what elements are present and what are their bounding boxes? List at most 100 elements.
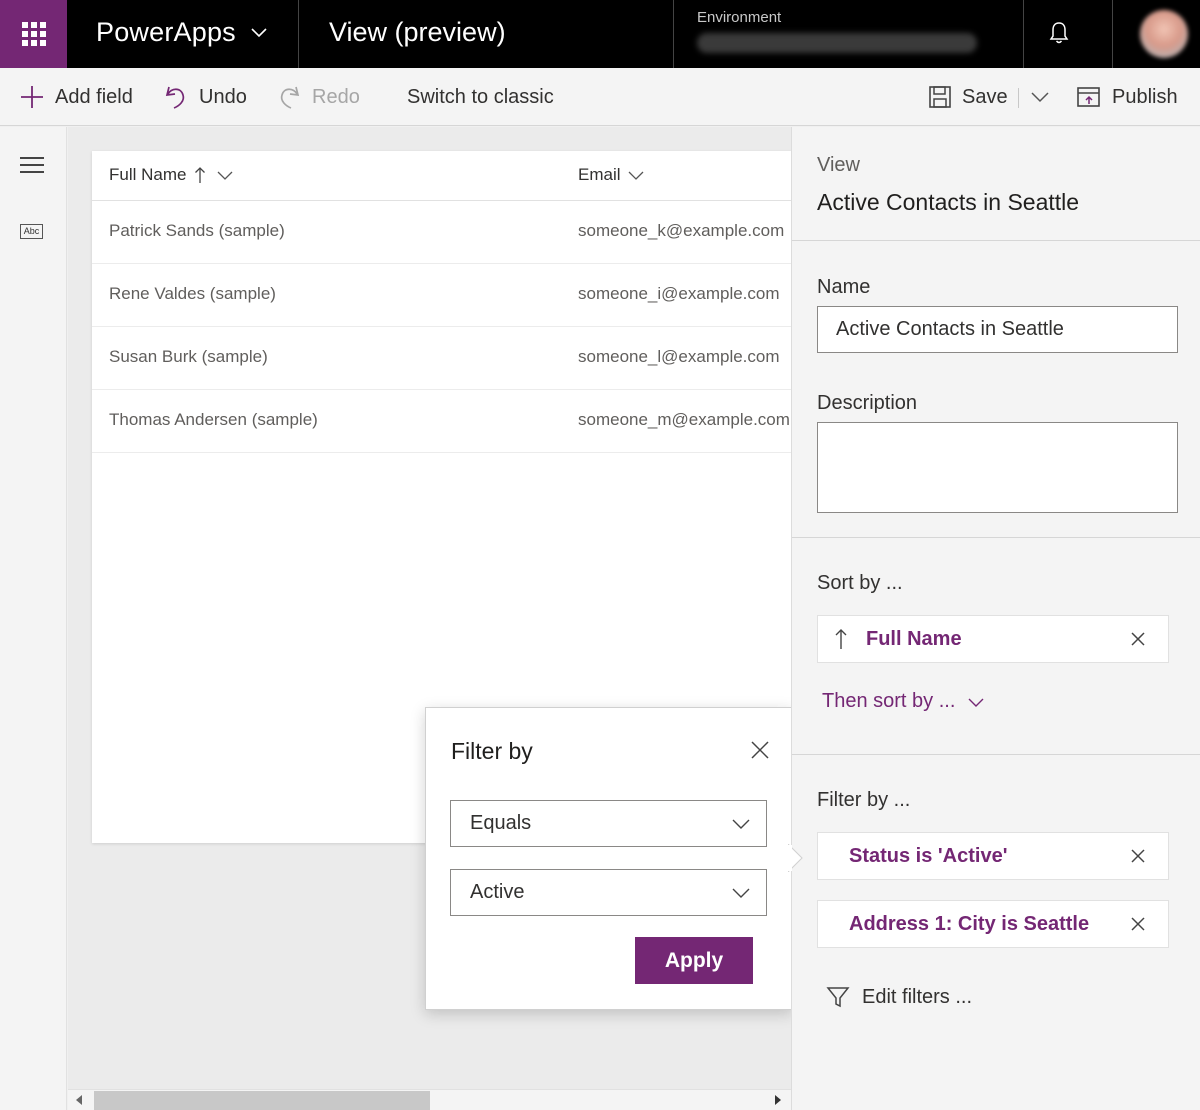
then-sort-by-label: Then sort by ... [822,690,956,712]
switch-to-classic-label: Switch to classic [407,85,554,108]
then-sort-by-dropdown[interactable]: Then sort by ... [822,690,985,713]
chevron-down-icon [1031,92,1049,103]
cell-email: someone_l@example.com [578,347,780,366]
cell-email: someone_m@example.com [578,410,790,429]
redo-label: Redo [312,85,360,108]
table-row[interactable]: Susan Burk (sample) someone_l@example.co… [92,327,792,390]
grid-header: Full Name Email [92,151,792,201]
popup-pointer [788,844,803,872]
cell-full-name: Patrick Sands (sample) [109,221,285,240]
name-label: Name [817,276,871,298]
filter-popup: Filter by Equals Active Apply [425,707,793,1010]
plus-icon [19,84,45,110]
filter-chip-label: Address 1: City is Seattle [849,912,1090,935]
operator-value: Equals [470,812,532,834]
save-label: Save [962,85,1008,108]
save-options-dropdown[interactable] [1030,68,1050,126]
redo-button[interactable]: Redo [276,68,360,126]
filter-chip-status[interactable]: Status is 'Active' [817,832,1169,880]
description-label: Description [817,392,918,414]
value-dropdown[interactable]: Active [450,869,767,916]
add-field-button[interactable]: Add field [19,68,133,126]
page-title: View (preview) [329,17,506,47]
sort-section: Sort by ... Full Name Then sort by ... [792,538,1200,755]
chevron-down-icon[interactable] [627,169,645,181]
name-field-value: Active Contacts in Seattle [836,318,1064,340]
close-icon[interactable] [1130,848,1146,864]
switch-to-classic-button[interactable]: Switch to classic [407,68,554,126]
save-button[interactable]: Save [928,68,1008,126]
undo-icon [163,83,189,111]
avatar[interactable] [1140,10,1188,58]
filter-value: Active [470,881,525,903]
operator-dropdown[interactable]: Equals [450,800,767,847]
filter-chip-label: Status is 'Active' [849,844,1008,867]
edit-filters-label: Edit filters ... [862,985,973,1008]
name-field[interactable]: Active Contacts in Seattle [817,306,1178,353]
save-divider [1018,88,1019,108]
undo-button[interactable]: Undo [163,68,247,126]
filter-chip-city[interactable]: Address 1: City is Seattle [817,900,1169,948]
scroll-right-arrow[interactable] [775,1095,781,1105]
left-rail: Abc [0,127,67,1110]
sort-chip-full-name[interactable]: Full Name [817,615,1169,663]
filter-popup-title: Filter by [451,738,533,764]
undo-label: Undo [199,85,247,108]
description-field[interactable] [817,422,1178,513]
apply-button[interactable]: Apply [635,937,753,984]
redo-icon [276,83,302,111]
filter-icon [826,987,850,1008]
sort-ascending-icon [835,629,847,649]
horizontal-scrollbar[interactable] [68,1089,791,1110]
chevron-down-icon [968,698,984,707]
chevron-down-icon[interactable] [250,26,268,38]
publish-icon [1076,85,1102,109]
waffle-icon [21,22,46,46]
close-icon[interactable] [1130,916,1146,932]
environment-label: Environment [697,9,782,26]
add-field-label: Add field [55,85,133,108]
edit-filters-button[interactable]: Edit filters ... [826,985,972,1009]
save-icon [928,85,952,109]
column-header-label: Email [578,165,621,184]
filter-by-label: Filter by ... [817,789,911,811]
scroll-left-arrow[interactable] [76,1095,82,1105]
hamburger-icon[interactable] [20,157,44,178]
sort-ascending-icon [195,167,206,183]
bell-icon[interactable] [1048,20,1070,46]
properties-panel: View Active Contacts in Seattle Name Act… [791,127,1200,1110]
filter-section: Filter by ... Status is 'Active' Address… [792,755,1200,1110]
cell-email: someone_k@example.com [578,221,785,240]
app-launcher-button[interactable] [0,0,67,68]
view-label: View [817,154,860,176]
properties-section: Name Active Contacts in Seattle Descript… [792,241,1200,538]
header-divider [673,0,674,68]
chevron-down-icon [732,819,750,829]
app-name[interactable]: PowerApps [96,17,236,48]
cell-full-name: Rene Valdes (sample) [109,284,276,303]
table-row[interactable]: Patrick Sands (sample) someone_k@example… [92,201,792,264]
cell-email: someone_i@example.com [578,284,780,303]
close-icon[interactable] [1130,631,1146,647]
sort-by-label: Sort by ... [817,572,903,594]
header-divider [298,0,299,68]
column-header-full-name[interactable]: Full Name [109,165,234,185]
header-divider [1023,0,1024,68]
text-field-icon[interactable]: Abc [20,224,43,239]
command-bar: Add field Undo Redo Switch to classic Sa… [0,68,1200,126]
view-header-section: View Active Contacts in Seattle [792,127,1200,241]
scrollbar-thumb[interactable] [94,1091,430,1110]
sort-chip-label: Full Name [866,627,962,650]
environment-value[interactable] [697,33,977,53]
table-row[interactable]: Thomas Andersen (sample) someone_m@examp… [92,390,792,453]
column-header-email[interactable]: Email [578,165,645,185]
top-bar: PowerApps View (preview) Environment [0,0,1200,68]
publish-label: Publish [1112,85,1178,108]
chevron-down-icon[interactable] [216,169,234,181]
publish-button[interactable]: Publish [1076,68,1178,126]
table-row[interactable]: Rene Valdes (sample) someone_i@example.c… [92,264,792,327]
chevron-down-icon [732,888,750,898]
header-divider [1112,0,1113,68]
close-icon[interactable] [750,740,770,760]
cell-full-name: Thomas Andersen (sample) [109,410,318,429]
